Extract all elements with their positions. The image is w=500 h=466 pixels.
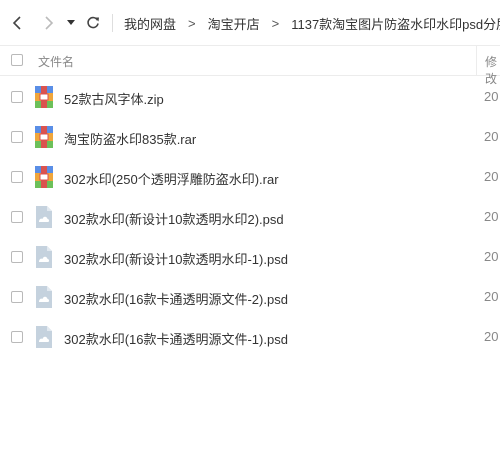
file-list-header: 文件名 修改 xyxy=(0,46,500,86)
breadcrumb-item-folder[interactable]: 淘宝开店 xyxy=(208,14,260,33)
file-row[interactable]: 302款水印(16款卡通透明源文件-2).psd 20 xyxy=(0,277,500,317)
breadcrumb-separator: > xyxy=(271,15,280,31)
row-checkbox[interactable] xyxy=(11,331,23,343)
file-modified-date: 20 xyxy=(484,169,499,184)
file-modified-date: 20 xyxy=(484,329,499,344)
file-modified-date: 20 xyxy=(484,289,499,304)
navigation-bar: 我的网盘 > 淘宝开店 > 1137款淘宝图片防盗水印水印psd分层源 xyxy=(0,0,500,46)
archive-file-icon xyxy=(35,126,53,148)
file-modified-date: 20 xyxy=(484,209,499,224)
archive-file-icon xyxy=(35,166,53,188)
file-name[interactable]: 302款水印(新设计10款透明水印2).psd xyxy=(64,209,284,228)
file-name[interactable]: 淘宝防盗水印835款.rar xyxy=(64,129,196,148)
file-name[interactable]: 302款水印(新设计10款透明水印-1).psd xyxy=(64,249,288,268)
select-all-checkbox[interactable] xyxy=(11,54,23,66)
file-modified-date: 20 xyxy=(484,249,499,264)
breadcrumb-item-root[interactable]: 我的网盘 xyxy=(124,14,176,33)
forward-button[interactable] xyxy=(38,0,60,46)
row-checkbox[interactable] xyxy=(11,171,23,183)
file-row[interactable]: 302水印(250个透明浮雕防盗水印).rar 20 xyxy=(0,157,500,197)
file-name[interactable]: 52款古风字体.zip xyxy=(64,89,164,108)
refresh-icon xyxy=(87,16,99,29)
breadcrumb: 我的网盘 > 淘宝开店 > 1137款淘宝图片防盗水印水印psd分层源 xyxy=(124,0,500,46)
image-file-icon xyxy=(36,206,52,228)
file-name[interactable]: 302款水印(16款卡通透明源文件-2).psd xyxy=(64,289,288,308)
toolbar-divider xyxy=(112,14,113,32)
chevron-right-icon xyxy=(45,16,54,30)
file-row[interactable]: 302款水印(新设计10款透明水印-1).psd 20 xyxy=(0,237,500,277)
file-name[interactable]: 302款水印(16款卡通透明源文件-1).psd xyxy=(64,329,288,348)
refresh-button[interactable] xyxy=(82,0,104,46)
breadcrumb-item-current[interactable]: 1137款淘宝图片防盗水印水印psd分层源 xyxy=(291,14,500,33)
column-header-name[interactable]: 文件名 xyxy=(38,53,74,70)
file-modified-date: 20 xyxy=(484,89,499,104)
row-checkbox[interactable] xyxy=(11,131,23,143)
image-file-icon xyxy=(36,286,52,308)
row-checkbox[interactable] xyxy=(11,291,23,303)
caret-down-icon xyxy=(67,20,75,25)
row-checkbox[interactable] xyxy=(11,91,23,103)
archive-file-icon xyxy=(35,86,53,108)
history-dropdown-button[interactable] xyxy=(64,0,78,46)
file-name[interactable]: 302水印(250个透明浮雕防盗水印).rar xyxy=(64,169,279,188)
file-row[interactable]: 302款水印(16款卡通透明源文件-1).psd 20 xyxy=(0,317,500,357)
file-manager-window: 我的网盘 > 淘宝开店 > 1137款淘宝图片防盗水印水印psd分层源 文件名 … xyxy=(0,0,500,466)
image-file-icon xyxy=(36,326,52,348)
file-row[interactable]: 淘宝防盗水印835款.rar 20 xyxy=(0,117,500,157)
breadcrumb-separator: > xyxy=(188,15,196,31)
row-checkbox[interactable] xyxy=(11,251,23,263)
file-row[interactable]: 302款水印(新设计10款透明水印2).psd 20 xyxy=(0,197,500,237)
file-row[interactable]: 52款古风字体.zip 20 xyxy=(0,77,500,117)
back-button[interactable] xyxy=(6,0,28,46)
chevron-left-icon xyxy=(12,16,21,30)
column-divider[interactable] xyxy=(476,46,477,76)
image-file-icon xyxy=(36,246,52,268)
file-modified-date: 20 xyxy=(484,129,499,144)
row-checkbox[interactable] xyxy=(11,211,23,223)
